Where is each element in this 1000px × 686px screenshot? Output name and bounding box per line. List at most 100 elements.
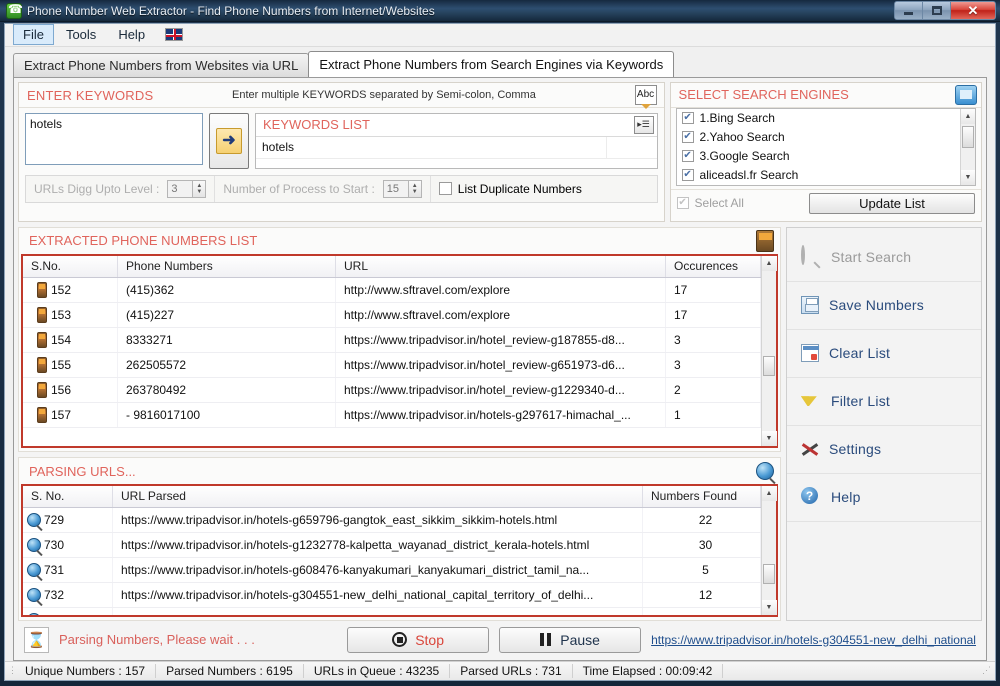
list-item[interactable]: ✔ aliceadsl.fr Search: [677, 166, 975, 185]
mobile-phone-icon: [37, 407, 47, 423]
select-all-checkbox[interactable]: ✔: [677, 197, 689, 209]
extracted-numbers-grid[interactable]: S.No. Phone Numbers URL Occurences 152 (…: [23, 256, 761, 447]
table-row[interactable]: 731 https://www.tripadvisor.in/hotels-g6…: [23, 558, 761, 583]
minimize-button[interactable]: [895, 2, 923, 19]
cell-phone: (415)362: [118, 278, 336, 302]
table-row[interactable]: 732 https://www.tripadvisor.in/hotels-g3…: [23, 583, 761, 608]
sidebar-item-filter-list[interactable]: Filter List: [787, 378, 981, 426]
cell-phone: 8333271: [118, 328, 336, 352]
search-engine-label: 1.Bing Search: [700, 111, 775, 125]
list-duplicate-checkbox[interactable]: [439, 182, 452, 195]
parsing-grid-scrollbar[interactable]: ▲ ▼: [761, 486, 776, 614]
minimize-icon: [904, 12, 913, 15]
cell-numbers-found: 22: [643, 508, 761, 532]
floppy-disk-icon: [801, 296, 819, 314]
list-duplicate-option[interactable]: List Duplicate Numbers: [430, 176, 590, 202]
menu-item-file[interactable]: File: [13, 24, 54, 45]
checkbox-checked-icon[interactable]: ✔: [682, 112, 694, 124]
scrollbar-thumb[interactable]: [763, 356, 775, 376]
select-all-option[interactable]: ✔ Select All: [677, 196, 801, 210]
tab-search-engines-via-keywords[interactable]: Extract Phone Numbers from Search Engine…: [308, 51, 674, 77]
table-row[interactable]: 156 263780492 https://www.tripadvisor.in…: [23, 378, 761, 403]
extracted-grid-scrollbar[interactable]: ▲ ▼: [761, 256, 776, 447]
middle-row: EXTRACTED PHONE NUMBERS LIST S.No. Phone…: [18, 227, 982, 621]
tab-websites-via-url[interactable]: Extract Phone Numbers from Websites via …: [13, 53, 309, 77]
sidebar-item-settings[interactable]: Settings: [787, 426, 981, 474]
cell-sno: 732: [44, 588, 64, 602]
scroll-down-icon[interactable]: ▼: [961, 170, 976, 185]
maximize-button[interactable]: [923, 2, 951, 19]
scroll-up-icon[interactable]: ▲: [762, 256, 777, 271]
search-engines-scrollbar[interactable]: ▲ ▼: [960, 109, 975, 185]
digg-level-label: URLs Digg Upto Level :: [34, 182, 159, 196]
sidebar-item-save-numbers[interactable]: Save Numbers: [787, 282, 981, 330]
status-bar: ⋮ Unique Numbers : 157 Parsed Numbers : …: [5, 661, 995, 680]
keywords-panel-title: ENTER KEYWORDS: [19, 84, 161, 105]
window-controls: ✕: [894, 1, 996, 20]
sidebar-item-help[interactable]: ? Help: [787, 474, 981, 522]
resize-grip[interactable]: ⋰: [982, 665, 995, 676]
search-engine-label: 3.Google Search: [700, 149, 790, 163]
parsing-urls-panel: PARSING URLS... S. No. URL Parsed Number…: [18, 457, 781, 620]
table-row[interactable]: 154 8333271 https://www.tripadvisor.in/h…: [23, 328, 761, 353]
col-phone-numbers: Phone Numbers: [118, 256, 336, 277]
sidebar-item-clear-list[interactable]: Clear List: [787, 330, 981, 378]
cell-numbers-found: 5: [643, 558, 761, 582]
pause-button[interactable]: Pause: [499, 627, 641, 653]
abc-spellcheck-button[interactable]: Abc: [635, 85, 657, 105]
keyword-input[interactable]: [25, 113, 203, 165]
list-item[interactable]: hotels: [256, 137, 657, 159]
stop-button[interactable]: Stop: [347, 627, 489, 653]
checkbox-checked-icon[interactable]: ✔: [682, 131, 694, 143]
scroll-down-icon[interactable]: ▼: [762, 431, 777, 446]
mobile-phone-icon: [37, 357, 47, 373]
process-count-stepper[interactable]: ▲▼: [409, 180, 422, 198]
scrollbar-thumb[interactable]: [962, 126, 974, 148]
extracted-header: EXTRACTED PHONE NUMBERS LIST: [19, 228, 780, 254]
left-column: EXTRACTED PHONE NUMBERS LIST S.No. Phone…: [18, 227, 781, 621]
cell-occurences: 1: [666, 403, 761, 427]
menu-item-tools[interactable]: Tools: [56, 24, 106, 45]
close-icon: ✕: [968, 4, 979, 17]
table-row[interactable]: 733 https://www.tripadvisor.in/hotels-g3…: [23, 608, 761, 614]
scroll-up-icon[interactable]: ▲: [961, 109, 976, 124]
sidebar-item-label: Start Search: [831, 249, 911, 265]
table-row[interactable]: 155 262505572 https://www.tripadvisor.in…: [23, 353, 761, 378]
parsing-urls-grid[interactable]: S. No. URL Parsed Numbers Found 729 http…: [23, 486, 761, 614]
process-count-label: Number of Process to Start :: [223, 182, 374, 196]
add-keyword-button[interactable]: ➜: [209, 113, 249, 169]
uk-flag-icon[interactable]: [165, 28, 183, 41]
table-row[interactable]: 152 (415)362 http://www.sftravel.com/exp…: [23, 278, 761, 303]
table-row[interactable]: 729 https://www.tripadvisor.in/hotels-g6…: [23, 508, 761, 533]
close-button[interactable]: ✕: [951, 2, 995, 19]
table-row[interactable]: 157 - 9816017100 https://www.tripadvisor…: [23, 403, 761, 428]
checkbox-checked-icon[interactable]: ✔: [682, 150, 694, 162]
checkbox-checked-icon[interactable]: ✔: [682, 169, 694, 181]
options-bar: URLs Digg Upto Level : 3 ▲▼ Number of Pr…: [25, 175, 658, 203]
list-item[interactable]: ✔ 3.Google Search: [677, 147, 975, 166]
tools-icon: [801, 440, 819, 458]
list-item[interactable]: ✔ 1.Bing Search: [677, 109, 975, 128]
cell-sno: 153: [51, 308, 71, 322]
scrollbar-thumb[interactable]: [763, 564, 775, 584]
col-occurences: Occurences: [666, 256, 761, 277]
scroll-up-icon[interactable]: ▲: [762, 486, 777, 501]
process-count-value[interactable]: 15: [383, 180, 409, 198]
table-row[interactable]: 730 https://www.tripadvisor.in/hotels-g1…: [23, 533, 761, 558]
scroll-down-icon[interactable]: ▼: [762, 600, 777, 615]
sidebar-item-start-search[interactable]: Start Search: [787, 234, 981, 282]
menu-item-help[interactable]: Help: [108, 24, 155, 45]
parsing-header: PARSING URLS...: [19, 458, 780, 484]
sidebar-item-label: Settings: [829, 441, 881, 457]
table-row[interactable]: 153 (415)227 http://www.sftravel.com/exp…: [23, 303, 761, 328]
search-engine-icon[interactable]: [955, 85, 977, 105]
update-list-button[interactable]: Update List: [809, 193, 975, 214]
status-grip-left: ⋮: [5, 665, 15, 676]
globe-search-icon: [27, 613, 41, 614]
digg-level-stepper[interactable]: ▲▼: [193, 180, 206, 198]
list-item[interactable]: ✔ 2.Yahoo Search: [677, 128, 975, 147]
digg-level-value[interactable]: 3: [167, 180, 193, 198]
current-url-link[interactable]: https://www.tripadvisor.in/hotels-g30455…: [651, 633, 976, 647]
search-engines-list[interactable]: ✔ 1.Bing Search ✔ 2.Yahoo Search ✔ 3.Goo…: [676, 108, 976, 186]
list-options-icon[interactable]: ▸☰: [634, 116, 654, 134]
